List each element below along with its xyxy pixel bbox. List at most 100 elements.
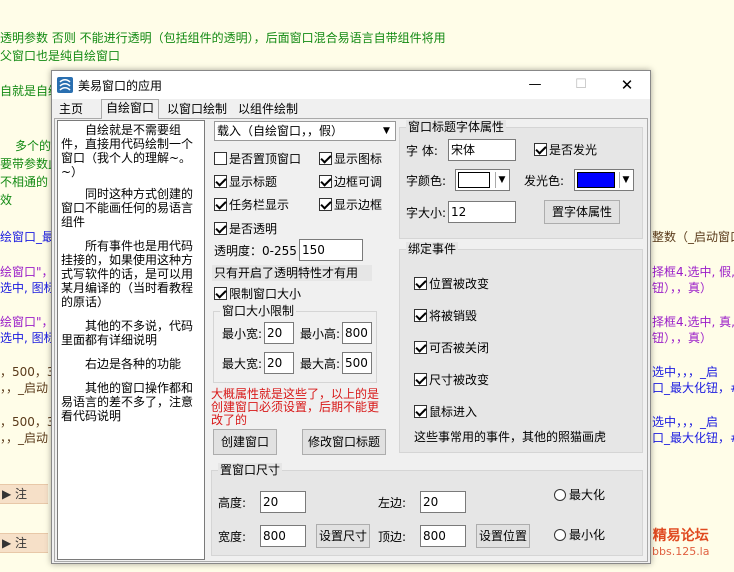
taskbar-checkbox[interactable]: 任务栏显示 bbox=[214, 197, 289, 213]
bg-line: 选中, 图标 bbox=[0, 281, 51, 295]
checkbox-label: 显示标题 bbox=[229, 175, 278, 189]
bg-line: 择框4.选中, 假, bbox=[652, 265, 734, 279]
font-input[interactable]: 宋体 bbox=[448, 139, 516, 161]
tab-home[interactable]: 主页 bbox=[55, 101, 87, 119]
max-width-label: 最大宽: bbox=[222, 357, 263, 371]
checkbox-label: 鼠标进入 bbox=[429, 405, 478, 419]
title-bar[interactable]: 美易窗口的应用 — ☐ ✕ bbox=[52, 71, 650, 99]
font-size-label: 字大小: bbox=[406, 206, 447, 220]
glow-checkbox[interactable]: 是否发光 bbox=[534, 142, 597, 158]
top-input[interactable]: 800 bbox=[420, 525, 466, 547]
glow-color-picker[interactable]: ▼ bbox=[574, 169, 634, 191]
event-mouse-enter-checkbox[interactable]: 鼠标进入 bbox=[414, 404, 477, 420]
bg-line: 口_最大化钮，#窗 bbox=[652, 431, 734, 445]
bg-line: 选中, 图标 bbox=[0, 331, 51, 345]
minimize-button[interactable]: — bbox=[512, 71, 558, 99]
top-label: 顶边: bbox=[378, 530, 407, 544]
checkbox-label: 可否被关闭 bbox=[429, 341, 490, 355]
checkbox-box bbox=[214, 287, 227, 300]
max-height-input[interactable]: 500 bbox=[342, 352, 372, 374]
radio-circle bbox=[554, 529, 566, 541]
tab-component-draw[interactable]: 以组件绘制 bbox=[234, 101, 302, 119]
left-input[interactable]: 20 bbox=[420, 491, 466, 513]
bg-line: 钮），，真） bbox=[652, 331, 713, 345]
tab-window-draw[interactable]: 以窗口绘制 bbox=[163, 101, 231, 119]
checkbox-label: 显示图标 bbox=[334, 152, 383, 166]
tab-self-draw[interactable]: 自绘窗口 bbox=[101, 99, 160, 119]
bg-line: 绘窗口_最 bbox=[0, 230, 51, 244]
event-resize-checkbox[interactable]: 尺寸被改变 bbox=[414, 372, 489, 388]
checkbox-box bbox=[414, 405, 427, 418]
maximize-radio[interactable]: 最大化 bbox=[554, 487, 605, 503]
show-border-checkbox[interactable]: 显示边框 bbox=[319, 197, 382, 213]
bg-line: ，，_启动 bbox=[0, 381, 49, 395]
set-position-button[interactable]: 设置位置 bbox=[476, 524, 530, 548]
glow-color-label: 发光色: bbox=[524, 174, 565, 188]
chevron-down-icon: ▼ bbox=[495, 172, 508, 188]
create-mode-value: 载入（自绘窗口，，假） bbox=[217, 124, 344, 138]
font-label: 字 体: bbox=[406, 144, 438, 158]
show-title-checkbox[interactable]: 显示标题 bbox=[214, 174, 277, 190]
radio-label: 最小化 bbox=[569, 528, 606, 542]
maximize-button[interactable]: ☐ bbox=[558, 71, 604, 99]
limit-size-checkbox[interactable]: 限制窗口大小 bbox=[214, 286, 301, 302]
transparent-checkbox[interactable]: 是否透明 bbox=[214, 221, 277, 237]
radio-circle bbox=[554, 489, 566, 501]
set-size-button[interactable]: 设置尺寸 bbox=[316, 524, 370, 548]
event-moved-checkbox[interactable]: 位置被改变 bbox=[414, 276, 489, 292]
checkbox-label: 是否透明 bbox=[229, 222, 278, 236]
description-memo[interactable]: 自绘就是不需要组件，直接用代码绘制一个窗口（我个人的理解~。~） 同时这种方式创… bbox=[57, 120, 205, 560]
minimize-radio[interactable]: 最小化 bbox=[554, 527, 605, 543]
bg-line: 父窗口也是纯自绘窗口 bbox=[0, 49, 121, 63]
forum-watermark: 精易论坛 bbs.125.la bbox=[652, 528, 709, 560]
bg-line: 口_最大化钮，#窗 bbox=[652, 381, 734, 395]
font-color-label: 字颜色: bbox=[406, 174, 447, 188]
min-height-input[interactable]: 800 bbox=[342, 322, 372, 344]
memo-paragraph: 自绘就是不需要组件，直接用代码绘制一个窗口（我个人的理解~。~） bbox=[61, 123, 194, 179]
note-bar[interactable]: ▶ 注 bbox=[0, 533, 48, 553]
set-font-button[interactable]: 置字体属性 bbox=[544, 200, 620, 224]
bg-line: 择框4.选中, 真, bbox=[652, 315, 734, 329]
min-width-input[interactable]: 20 bbox=[264, 322, 294, 344]
font-color-picker[interactable]: ▼ bbox=[455, 169, 510, 191]
window-size-group: 置窗口尺寸 高度: 20 左边: 20 宽度: 800 设置尺寸 顶边: 800… bbox=[211, 463, 643, 556]
watermark-title: 精易论坛 bbox=[652, 528, 709, 544]
font-size-input[interactable]: 12 bbox=[448, 201, 516, 223]
warning-text: 大概属性就是这些了，以上的是创建窗口必须设置，后期不能更改了的 bbox=[211, 387, 380, 427]
resizable-border-checkbox[interactable]: 边框可调 bbox=[319, 174, 382, 190]
events-group: 绑定事件 位置被改变 将被销毁 可否被关闭 尺寸被改变 鼠标进入 这些事常用的事… bbox=[399, 242, 643, 453]
height-input[interactable]: 20 bbox=[260, 491, 306, 513]
checkbox-box bbox=[214, 152, 227, 165]
bg-line: 选中，，，_启 bbox=[652, 365, 719, 379]
event-close-checkbox[interactable]: 可否被关闭 bbox=[414, 340, 489, 356]
checkbox-box bbox=[214, 175, 227, 188]
width-label: 宽度: bbox=[218, 530, 247, 544]
create-window-button[interactable]: 创建窗口 bbox=[213, 429, 277, 455]
memo-paragraph: 其他的窗口操作都和易语言的差不多了，注意看代码说明 bbox=[61, 381, 194, 423]
chevron-down-icon: ▼ bbox=[383, 126, 390, 136]
transparency-input[interactable]: 150 bbox=[299, 239, 363, 261]
checkbox-box bbox=[414, 309, 427, 322]
group-title: 绑定事件 bbox=[406, 242, 459, 256]
show-icon-checkbox[interactable]: 显示图标 bbox=[319, 151, 382, 167]
max-width-input[interactable]: 20 bbox=[264, 352, 294, 374]
bg-line: 绘窗口"， bbox=[0, 315, 51, 329]
group-title: 窗口大小限制 bbox=[220, 304, 297, 318]
width-input[interactable]: 800 bbox=[260, 525, 306, 547]
checkbox-box bbox=[414, 373, 427, 386]
event-destroy-checkbox[interactable]: 将被销毁 bbox=[414, 308, 477, 324]
close-button[interactable]: ✕ bbox=[604, 71, 650, 99]
bg-line: 要带参数此 bbox=[0, 157, 51, 171]
checkbox-label: 是否发光 bbox=[549, 143, 598, 157]
checkbox-box bbox=[534, 143, 547, 156]
checkbox-box bbox=[319, 198, 332, 211]
bg-line: 不相通的 bbox=[0, 175, 49, 189]
topmost-checkbox[interactable]: 是否置顶窗口 bbox=[214, 151, 301, 167]
checkbox-label: 位置被改变 bbox=[429, 277, 490, 291]
checkbox-box bbox=[414, 341, 427, 354]
note-bar[interactable]: ▶ 注 bbox=[0, 484, 48, 504]
app-window: 美易窗口的应用 — ☐ ✕ 主页 自绘窗口 以窗口绘制 以组件绘制 自绘就是不需… bbox=[51, 70, 651, 564]
modify-title-button[interactable]: 修改窗口标题 bbox=[302, 429, 386, 455]
create-mode-select[interactable]: 载入（自绘窗口，，假） ▼ bbox=[214, 121, 396, 141]
checkbox-box bbox=[414, 277, 427, 290]
